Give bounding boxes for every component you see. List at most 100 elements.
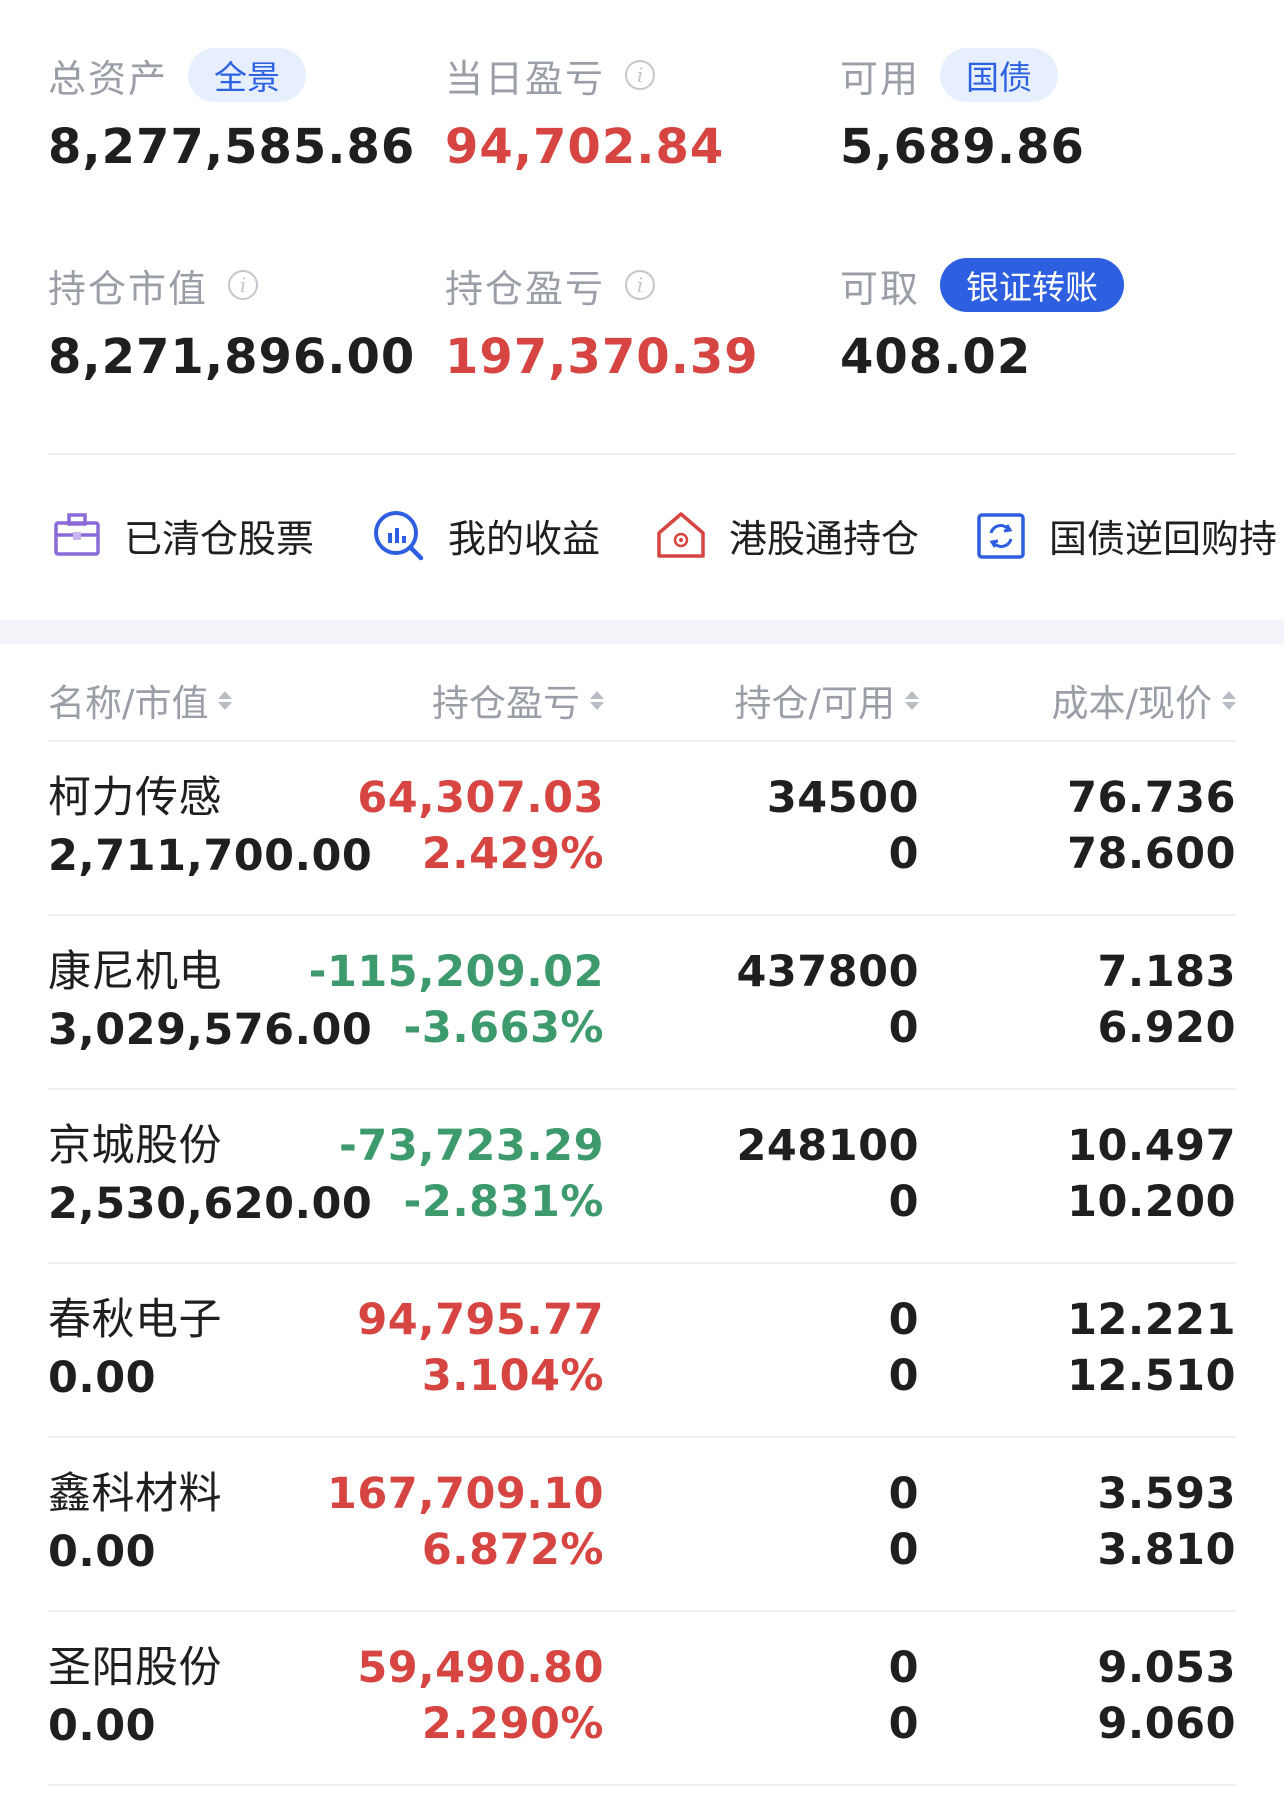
cost-price: 9.053 <box>1097 1643 1236 1693</box>
row-divider <box>48 1436 1236 1438</box>
market-value: 2,530,620.00 <box>48 1179 373 1229</box>
stock-name: 京城股份 <box>48 1121 222 1171</box>
available-label: 可用 <box>840 56 921 101</box>
sort-icon <box>1222 690 1236 710</box>
current-price: 3.810 <box>1097 1525 1236 1575</box>
section-separator <box>0 620 1284 644</box>
repo-cycle-icon <box>977 513 1025 559</box>
row-divider <box>48 740 1236 742</box>
position-pnl: -115,209.02 <box>308 947 604 997</box>
holding-qty: 34500 <box>766 773 919 823</box>
info-icon[interactable]: i <box>625 270 656 300</box>
account-summary: 总资产 全景 8,277,585.86 当日盈亏 i 94,702.84 可用 … <box>0 0 1284 470</box>
stock-name: 康尼机电 <box>48 947 222 997</box>
stock-name: 柯力传感 <box>48 773 222 823</box>
stock-name: 鑫科材料 <box>48 1469 222 1519</box>
shortcut-cleared-stocks[interactable]: 已清仓股票 <box>52 495 314 575</box>
position-value-label: 持仓市值 <box>48 266 209 311</box>
market-value: 0.00 <box>48 1701 157 1751</box>
current-price: 9.060 <box>1097 1699 1236 1749</box>
sort-by-name-header[interactable]: 名称/市值 <box>48 665 233 735</box>
header-label: 持仓/可用 <box>734 682 895 725</box>
position-pnl-block: 持仓盈亏 i 197,370.39 <box>445 255 759 386</box>
withdrawable-block: 可取 银证转账 408.02 <box>840 255 1125 385</box>
position-pnl: 64,307.03 <box>357 773 604 823</box>
market-value: 3,029,576.00 <box>48 1005 373 1055</box>
row-divider <box>48 1088 1236 1090</box>
header-label: 成本/现价 <box>1051 682 1212 725</box>
info-icon[interactable]: i <box>625 60 656 90</box>
shortcut-hk-connect-holdings[interactable]: 港股通持仓 <box>655 495 919 575</box>
position-pnl-value: 197,370.39 <box>445 329 759 385</box>
position-pnl-pct: -2.831% <box>403 1177 604 1227</box>
current-price: 6.920 <box>1097 1003 1236 1053</box>
bank-transfer-button[interactable]: 银证转账 <box>940 258 1125 312</box>
header-label: 持仓盈亏 <box>432 682 580 725</box>
position-pnl-pct: 3.104% <box>421 1351 604 1401</box>
shortcut-label: 已清仓股票 <box>124 516 315 561</box>
available-qty: 0 <box>888 1003 919 1053</box>
divider <box>48 1784 1236 1786</box>
holding-qty: 0 <box>888 1643 919 1693</box>
available-qty: 0 <box>888 1351 919 1401</box>
position-pnl-label: 持仓盈亏 <box>445 266 606 311</box>
position-pnl: 59,490.80 <box>357 1643 604 1693</box>
sort-icon <box>905 690 919 710</box>
shortcut-label: 港股通持仓 <box>729 516 920 561</box>
daily-pnl-label: 当日盈亏 <box>445 56 606 101</box>
cost-price: 3.593 <box>1097 1469 1236 1519</box>
available-block: 可用 国债 5,689.86 <box>840 45 1085 175</box>
shortcut-my-earnings[interactable]: 我的收益 <box>370 495 600 575</box>
divider <box>48 453 1236 455</box>
sort-by-pnl-header[interactable]: 持仓盈亏 <box>432 665 604 735</box>
available-qty: 0 <box>888 1177 919 1227</box>
panorama-tag-button[interactable]: 全景 <box>188 48 307 102</box>
info-icon[interactable]: i <box>228 270 259 300</box>
total-assets-label: 总资产 <box>48 56 169 101</box>
position-pnl: 94,795.77 <box>357 1295 604 1345</box>
position-value-value: 8,271,896.00 <box>48 329 416 385</box>
cost-price: 12.221 <box>1067 1295 1236 1345</box>
row-divider <box>48 1610 1236 1612</box>
table-header: 名称/市值 持仓盈亏 持仓/可用 成本/现价 <box>0 665 1284 735</box>
holding-qty: 0 <box>888 1295 919 1345</box>
shortcut-label: 国债逆回购持 <box>1049 516 1278 561</box>
table-row[interactable]: 京城股份 2,530,620.00 -73,723.29 -2.831% 248… <box>0 1088 1284 1262</box>
holding-qty: 248100 <box>736 1121 919 1171</box>
available-qty: 0 <box>888 1699 919 1749</box>
sort-icon <box>218 690 233 710</box>
position-pnl: 167,709.10 <box>326 1469 604 1519</box>
briefcase-icon <box>54 513 100 556</box>
available-value: 5,689.86 <box>840 119 1085 175</box>
stock-name: 春秋电子 <box>48 1295 222 1345</box>
cost-price: 10.497 <box>1067 1121 1236 1171</box>
holding-qty: 437800 <box>736 947 919 997</box>
table-row[interactable]: 康尼机电 3,029,576.00 -115,209.02 -3.663% 43… <box>0 914 1284 1088</box>
withdrawable-value: 408.02 <box>840 329 1032 385</box>
table-row[interactable]: 鑫科材料 0.00 167,709.10 6.872% 0 0 3.593 3.… <box>0 1436 1284 1610</box>
shortcut-bar: 已清仓股票 我的收益 港股通持仓 国债逆回购持 <box>0 495 1284 575</box>
hk-house-icon <box>657 512 705 558</box>
table-row[interactable]: 圣阳股份 0.00 59,490.80 2.290% 0 0 9.053 9.0… <box>0 1610 1284 1784</box>
market-value: 0.00 <box>48 1353 157 1403</box>
shortcut-label: 我的收益 <box>448 516 601 561</box>
treasury-tag-button[interactable]: 国债 <box>940 48 1059 102</box>
holding-qty: 0 <box>888 1469 919 1519</box>
chart-search-icon <box>374 511 424 561</box>
current-price: 12.510 <box>1067 1351 1236 1401</box>
daily-pnl-value: 94,702.84 <box>445 119 725 175</box>
table-row[interactable]: 柯力传感 2,711,700.00 64,307.03 2.429% 34500… <box>0 740 1284 914</box>
position-pnl-pct: 2.290% <box>421 1699 604 1749</box>
table-row[interactable]: 春秋电子 0.00 94,795.77 3.104% 0 0 12.221 12… <box>0 1262 1284 1436</box>
sort-by-cost-header[interactable]: 成本/现价 <box>1052 665 1236 735</box>
shortcut-treasury-repo[interactable]: 国债逆回购持 <box>975 495 1277 575</box>
market-value: 0.00 <box>48 1527 157 1577</box>
position-pnl: -73,723.29 <box>339 1121 604 1171</box>
total-assets-value: 8,277,585.86 <box>48 119 416 175</box>
position-value-block: 持仓市值 i 8,271,896.00 <box>48 255 416 386</box>
current-price: 78.600 <box>1067 829 1236 879</box>
daily-pnl-block: 当日盈亏 i 94,702.84 <box>445 45 725 176</box>
available-qty: 0 <box>888 1525 919 1575</box>
position-pnl-pct: -3.663% <box>403 1003 604 1053</box>
sort-by-holding-header[interactable]: 持仓/可用 <box>735 665 919 735</box>
